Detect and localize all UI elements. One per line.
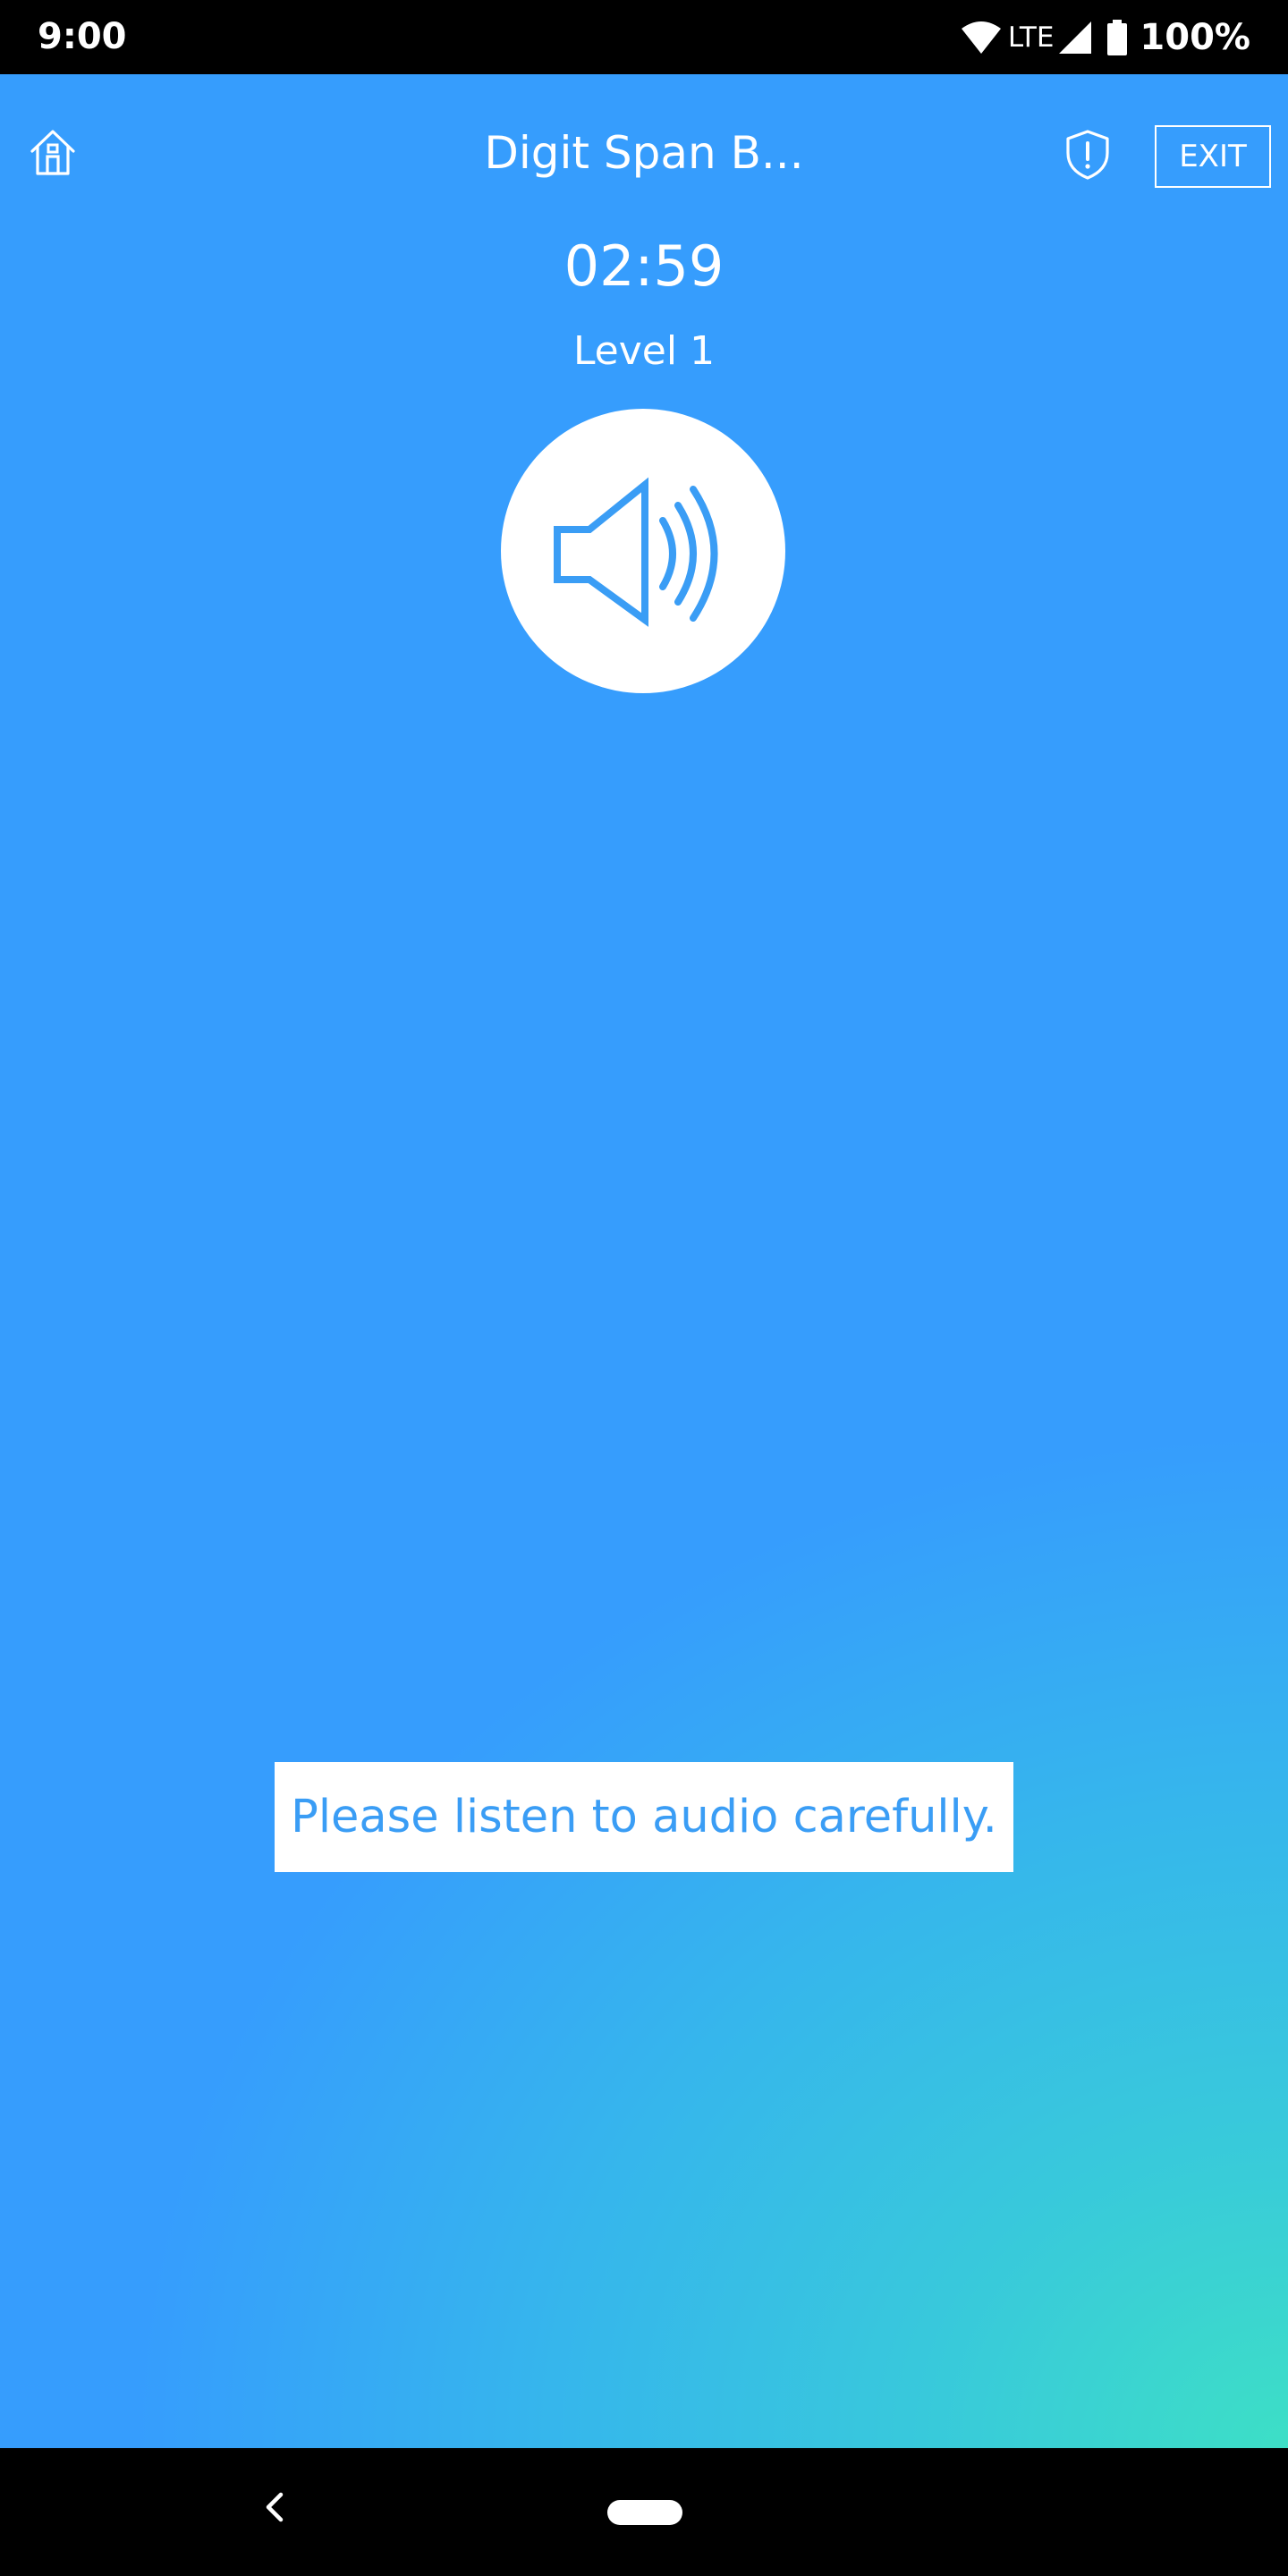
shield-alert-icon[interactable] [1064,129,1111,181]
back-icon[interactable] [258,2489,293,2525]
system-nav-bar [0,2448,1288,2576]
status-time: 9:00 [38,16,127,57]
status-bar: 9:00 LTE 100% [0,0,1288,74]
home-icon[interactable] [27,127,79,179]
network-type: LTE [1007,21,1055,54]
speaker-volume-icon [554,477,718,627]
status-indicators: LTE 100% [960,0,1250,74]
home-pill-icon[interactable] [607,2500,682,2525]
level-label: Level 1 [572,328,716,374]
exit-button[interactable]: EXIT [1155,125,1271,188]
countdown-timer: 02:59 [564,233,724,299]
battery-icon [1107,19,1128,55]
page-title: Digit Span B... [484,127,804,179]
game-screen: Digit Span B... EXIT 02:59 Level 1 Pleas… [0,74,1288,2448]
battery-percent: 100% [1140,16,1250,58]
wifi-icon [961,21,1001,54]
signal-icon [1059,21,1092,54]
instruction-message: Please listen to audio carefully. [275,1762,1013,1872]
phone-screen: 9:00 LTE 100% Digit Span B... EXIT 02:59… [0,0,1288,2576]
play-audio-button[interactable] [501,409,785,693]
